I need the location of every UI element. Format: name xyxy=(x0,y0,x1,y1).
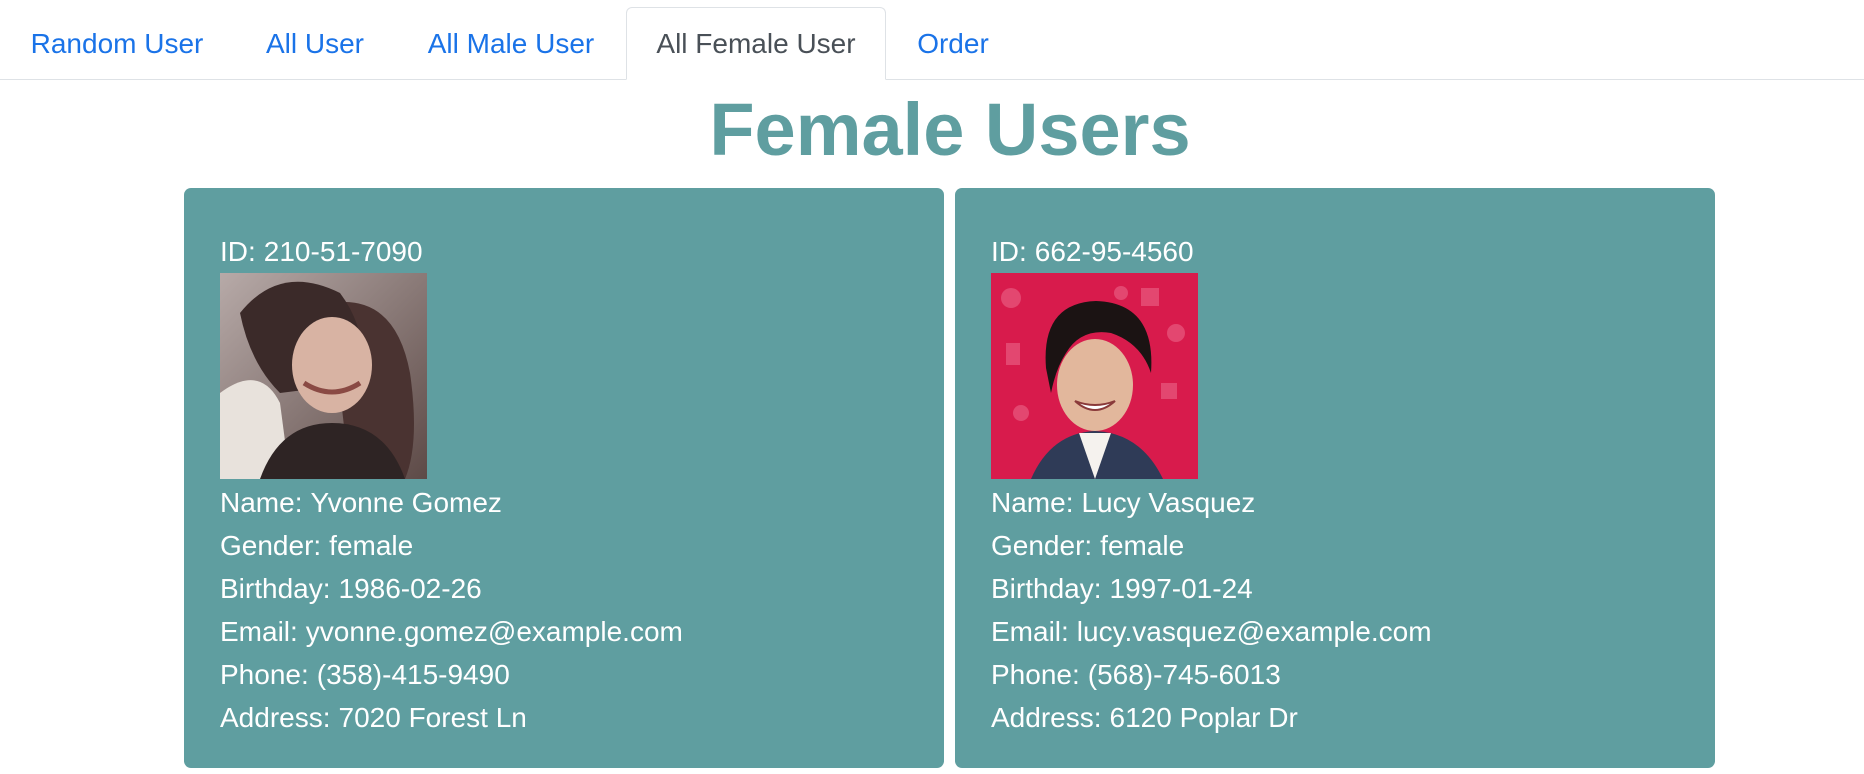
id-value: 210-51-7090 xyxy=(263,236,423,267)
user-card: ID: 210-51-7090 Name: Yvonne Gomez Gender:… xyxy=(184,188,944,768)
tab-order[interactable]: Order xyxy=(886,7,1020,80)
user-gender: Gender: female xyxy=(991,524,1715,567)
tab-bar: Random User All User All Male User All F… xyxy=(0,0,1864,80)
address-value: 6120 Poplar Dr xyxy=(1109,702,1298,733)
user-email: Email: yvonne.gomez@example.com xyxy=(220,610,944,653)
tab-all-female-user[interactable]: All Female User xyxy=(626,7,886,80)
email-label: Email: xyxy=(220,616,298,647)
avatar xyxy=(220,273,427,479)
phone-value: (358)-415-9490 xyxy=(316,659,510,690)
name-label: Name: xyxy=(220,487,303,518)
name-value: Lucy Vasquez xyxy=(1081,487,1256,518)
birthday-value: 1997-01-24 xyxy=(1109,573,1253,604)
id-label: ID: xyxy=(991,236,1027,267)
user-id: ID: 210-51-7090 xyxy=(220,230,944,273)
user-name: Name: Yvonne Gomez xyxy=(220,481,944,524)
phone-value: (568)-745-6013 xyxy=(1087,659,1281,690)
gender-value: female xyxy=(1100,530,1185,561)
user-address: Address: 6120 Poplar Dr xyxy=(991,696,1715,739)
id-label: ID: xyxy=(220,236,256,267)
address-label: Address: xyxy=(991,702,1102,733)
page-title: Female Users xyxy=(709,88,1191,171)
tab-all-user[interactable]: All User xyxy=(234,7,396,80)
user-card: ID: 662-95-4560 Name: Lucy Vasquez Gender:… xyxy=(955,188,1715,768)
gender-label: Gender: xyxy=(220,530,322,561)
user-birthday: Birthday: 1986-02-26 xyxy=(220,567,944,610)
gender-label: Gender: xyxy=(991,530,1093,561)
user-phone: Phone: (358)-415-9490 xyxy=(220,653,944,696)
avatar xyxy=(991,273,1198,479)
tab-random-user[interactable]: Random User xyxy=(0,7,234,80)
id-value: 662-95-4560 xyxy=(1034,236,1194,267)
email-label: Email: xyxy=(991,616,1069,647)
birthday-value: 1986-02-26 xyxy=(338,573,482,604)
user-name: Name: Lucy Vasquez xyxy=(991,481,1715,524)
email-value: lucy.vasquez@example.com xyxy=(1076,616,1432,647)
user-id: ID: 662-95-4560 xyxy=(991,230,1715,273)
birthday-label: Birthday: xyxy=(220,573,331,604)
address-label: Address: xyxy=(220,702,331,733)
user-gender: Gender: female xyxy=(220,524,944,567)
phone-label: Phone: xyxy=(991,659,1080,690)
name-label: Name: xyxy=(991,487,1074,518)
user-address: Address: 7020 Forest Ln xyxy=(220,696,944,739)
address-value: 7020 Forest Ln xyxy=(338,702,527,733)
email-value: yvonne.gomez@example.com xyxy=(305,616,683,647)
phone-label: Phone: xyxy=(220,659,309,690)
user-phone: Phone: (568)-745-6013 xyxy=(991,653,1715,696)
gender-value: female xyxy=(329,530,414,561)
user-email: Email: lucy.vasquez@example.com xyxy=(991,610,1715,653)
birthday-label: Birthday: xyxy=(991,573,1102,604)
user-birthday: Birthday: 1997-01-24 xyxy=(991,567,1715,610)
tab-all-male-user[interactable]: All Male User xyxy=(396,7,626,80)
name-value: Yvonne Gomez xyxy=(310,487,502,518)
